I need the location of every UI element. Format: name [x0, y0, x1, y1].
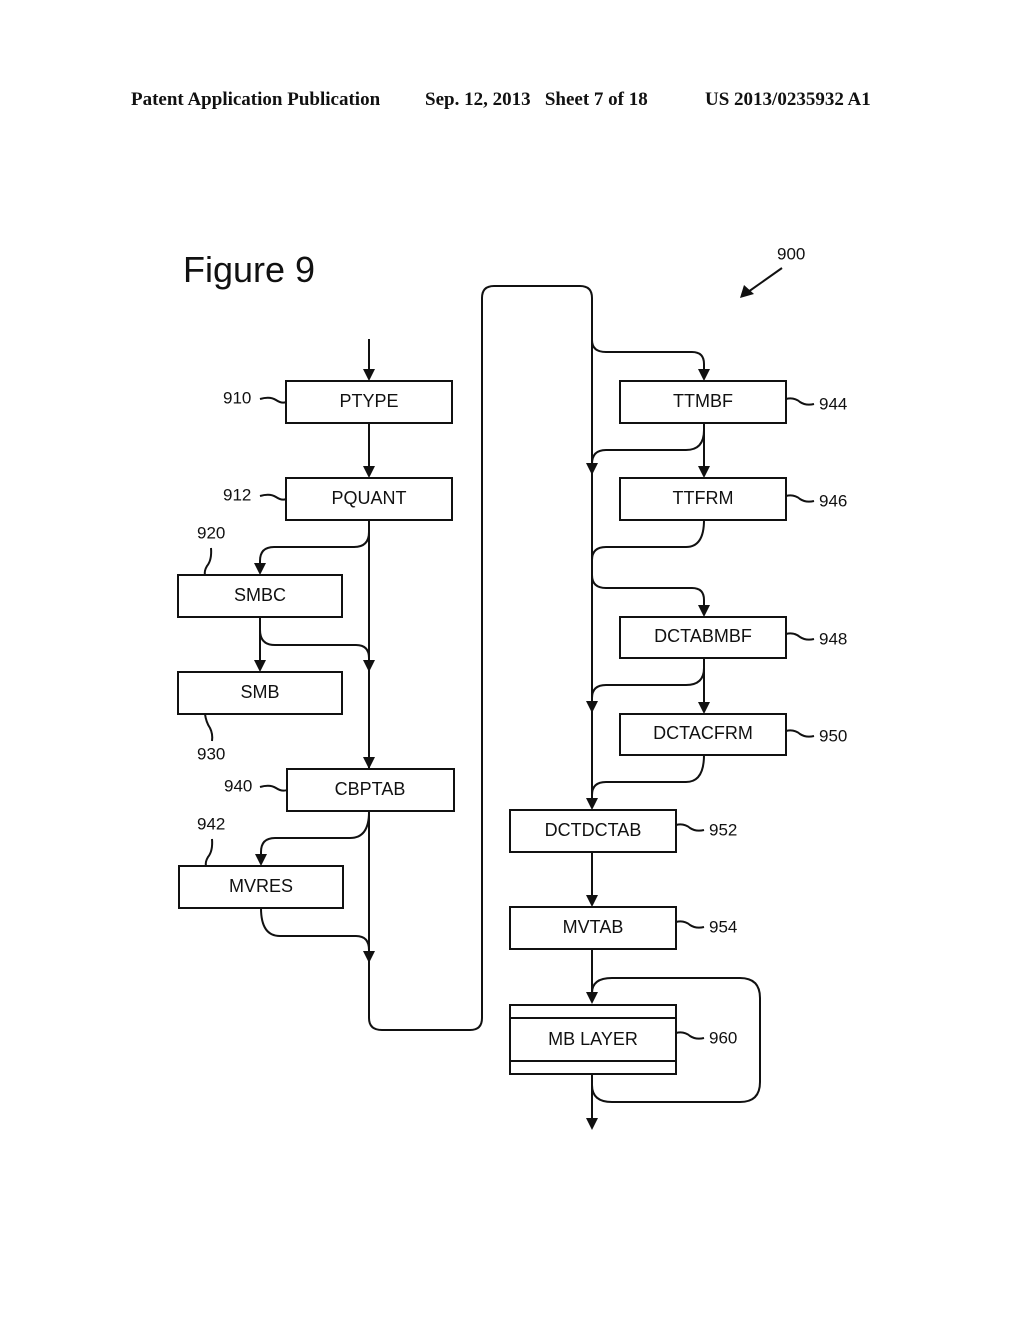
figure-ref: 900	[777, 244, 805, 263]
ref-label: 954	[709, 917, 737, 936]
ref-label: 912	[223, 485, 251, 504]
box-label: MVTAB	[563, 917, 624, 937]
box-label: PTYPE	[339, 391, 398, 411]
ref-label: 960	[709, 1028, 737, 1047]
ref-label: 948	[819, 629, 847, 648]
ref-label: 920	[197, 523, 225, 542]
box-label: DCTDCTAB	[545, 820, 642, 840]
box-cbptab: CBPTAB 940	[224, 768, 455, 812]
box-smb: SMB 930	[177, 671, 343, 763]
box-label: MVRES	[229, 876, 293, 896]
ref-label: 946	[819, 491, 847, 510]
figure-ref-arrow	[740, 267, 783, 298]
figure-title: Figure 9	[183, 249, 315, 290]
box-label: DCTABMBF	[654, 626, 752, 646]
box-label: MB LAYER	[548, 1029, 638, 1049]
box-label: CBPTAB	[335, 779, 406, 799]
box-label: TTFRM	[673, 488, 734, 508]
box-ptype: PTYPE 910	[223, 380, 453, 424]
box-label: PQUANT	[331, 488, 406, 508]
ref-label: 942	[197, 814, 225, 833]
box-label: TTMBF	[673, 391, 733, 411]
ref-label: 944	[819, 394, 847, 413]
box-ttfrm: TTFRM 946	[619, 477, 847, 521]
box-mvtab: MVTAB 954	[509, 906, 737, 950]
ref-label: 930	[197, 744, 225, 763]
box-label: DCTACFRM	[653, 723, 753, 743]
box-dctdctab: DCTDCTAB 952	[509, 809, 737, 853]
ref-label: 952	[709, 820, 737, 839]
flow-diagram: Figure 9 900 PTYPE 910 PQUANT 912 SMBC 9…	[177, 244, 847, 1130]
box-label: SMB	[240, 682, 279, 702]
box-ttmbf: TTMBF 944	[619, 380, 847, 424]
ref-label: 910	[223, 388, 251, 407]
ref-label: 950	[819, 726, 847, 745]
box-mb-layer: MB LAYER 960	[509, 1004, 737, 1075]
box-dctacfrm: DCTACFRM 950	[619, 713, 847, 756]
box-pquant: PQUANT 912	[223, 477, 453, 521]
box-dctabmbf: DCTABMBF 948	[619, 616, 847, 659]
box-label: SMBC	[234, 585, 286, 605]
ref-label: 940	[224, 776, 252, 795]
